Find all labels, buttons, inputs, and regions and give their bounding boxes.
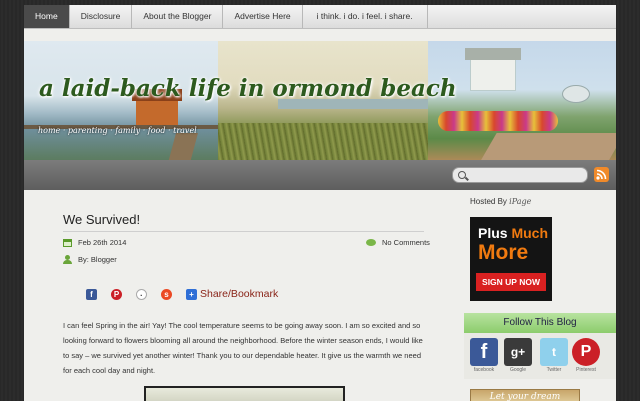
- ipage-logo[interactable]: iPage: [509, 197, 531, 206]
- comment-icon: [366, 239, 376, 246]
- nav-disclosure[interactable]: Disclosure: [70, 5, 133, 28]
- post-author: By: Blogger: [63, 255, 117, 264]
- share-bar: f P · s + Share/Bookmark: [86, 288, 278, 300]
- facebook-label: facebook: [473, 367, 495, 373]
- ad-line-plus: Plus: [478, 225, 508, 241]
- post-title[interactable]: We Survived!: [63, 212, 140, 227]
- post-comments-link[interactable]: No Comments: [382, 238, 430, 247]
- blog-tagline: home · parenting · family · food · trave…: [38, 126, 197, 135]
- sidebar-banner[interactable]: Let your dream: [470, 389, 580, 401]
- nav-home[interactable]: Home: [24, 5, 70, 28]
- post-comments[interactable]: No Comments: [366, 238, 430, 247]
- header-banner[interactable]: a laid-back life in ormond beach home · …: [24, 41, 616, 163]
- banner-photo-garden: [428, 41, 616, 163]
- post-image[interactable]: [144, 386, 345, 401]
- top-navigation: Home Disclosure About the Blogger Advert…: [24, 5, 616, 29]
- calendar-icon: [63, 238, 72, 247]
- follow-icons: f g+ t P facebook Google Twitter Pintere…: [464, 333, 616, 379]
- facebook-icon[interactable]: f: [470, 338, 498, 366]
- banner-photo-marsh: [218, 41, 428, 163]
- reddit-share-icon[interactable]: ·: [136, 288, 147, 300]
- nav-i-think[interactable]: i think. i do. i feel. i share.: [303, 5, 428, 28]
- ipage-ad[interactable]: Plus Much More SIGN UP NOW: [470, 217, 552, 301]
- post-body: I can feel Spring in the air! Yay! The c…: [63, 321, 423, 375]
- search-bar: [24, 160, 616, 190]
- rss-icon[interactable]: [594, 167, 609, 182]
- title-divider: [63, 231, 424, 232]
- google-plus-icon[interactable]: g+: [504, 338, 532, 366]
- twitter-icon[interactable]: t: [540, 338, 568, 366]
- follow-title: Follow This Blog: [464, 313, 616, 333]
- stumbleupon-share-icon[interactable]: s: [161, 288, 172, 300]
- facebook-share-icon[interactable]: f: [86, 288, 97, 300]
- hosted-by-label: Hosted By: [470, 197, 507, 206]
- ad-line-more: More: [478, 241, 529, 264]
- search-input[interactable]: [471, 169, 583, 181]
- post-date: Feb 26th 2014: [63, 238, 126, 247]
- share-bookmark-link[interactable]: Share/Bookmark: [200, 288, 278, 300]
- user-icon: [63, 255, 72, 264]
- plus-icon[interactable]: +: [186, 288, 197, 300]
- ad-line-much: Much: [511, 225, 549, 241]
- pinterest-label: Pinterest: [576, 367, 596, 373]
- nav-about-the-blogger[interactable]: About the Blogger: [132, 5, 224, 28]
- banner-photo-waterfront: [24, 41, 218, 163]
- hosted-by: Hosted By iPage: [470, 197, 531, 206]
- search-icon: [458, 171, 466, 179]
- search-box[interactable]: [452, 167, 588, 183]
- post-author-label: By: Blogger: [78, 255, 117, 264]
- page: Home Disclosure About the Blogger Advert…: [24, 5, 616, 401]
- sign-up-button[interactable]: SIGN UP NOW: [476, 273, 546, 291]
- twitter-label: Twitter: [546, 367, 562, 373]
- pinterest-share-icon[interactable]: P: [111, 288, 122, 300]
- pinterest-icon[interactable]: P: [572, 338, 600, 366]
- post-date-label: Feb 26th 2014: [78, 238, 127, 247]
- nav-advertise-here[interactable]: Advertise Here: [223, 5, 303, 28]
- blog-title[interactable]: a laid-back life in ormond beach: [39, 75, 457, 102]
- google-label: Google: [509, 367, 527, 373]
